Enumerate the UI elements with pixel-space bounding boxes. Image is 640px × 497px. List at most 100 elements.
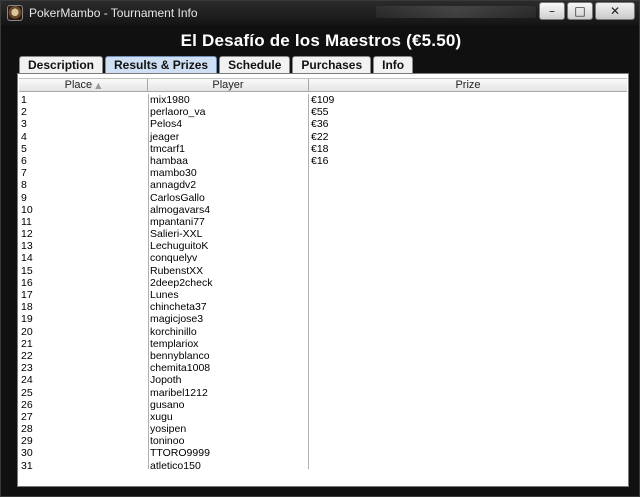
prize-cell <box>309 399 627 411</box>
player-cell: Lunes <box>150 289 179 301</box>
place-cell: 27 <box>21 410 33 423</box>
player-cell: xugu <box>150 410 173 423</box>
prize-cell <box>309 411 627 423</box>
place-cell: 21 <box>21 337 33 350</box>
prize-cell <box>309 228 627 240</box>
player-cell: Pelos4 <box>150 118 183 131</box>
tab-purchases[interactable]: Purchases <box>292 56 372 73</box>
place-cell: 5 <box>21 142 27 155</box>
place-cell: 3 <box>21 118 27 131</box>
table-row[interactable]: 14 conquelyv <box>19 252 627 264</box>
prize-cell <box>309 387 627 399</box>
table-row[interactable]: 6 hambaa €16 <box>19 155 627 167</box>
window-controls: – □ ✕ <box>539 2 635 20</box>
tab-bar: Description Results & Prizes Schedule Pu… <box>19 56 414 73</box>
player-cell: CarlosGallo <box>150 191 205 204</box>
player-cell: perlaoro_va <box>150 106 206 119</box>
place-cell: 15 <box>21 264 33 277</box>
window-title: PokerMambo - Tournament Info <box>29 6 198 20</box>
table-row[interactable]: 2 perlaoro_va €55 <box>19 106 627 118</box>
table-row[interactable]: 1 mix1980 €109 <box>19 94 627 106</box>
table-row[interactable]: 7 mambo30 <box>19 167 627 179</box>
prize-cell <box>309 204 627 216</box>
title-bar[interactable]: PokerMambo - Tournament Info – □ ✕ <box>1 1 639 25</box>
results-table-body: 1 mix1980 €109 2 perlaoro_va €55 3 Pelos4 €36 4 je… <box>19 94 627 472</box>
prize-cell <box>309 362 627 374</box>
prize-cell <box>309 167 627 179</box>
player-cell: magicjose3 <box>150 313 204 326</box>
place-cell: 8 <box>21 179 27 192</box>
maximize-button[interactable]: □ <box>567 2 593 20</box>
table-row[interactable]: 30 TTORO9999 <box>19 447 627 459</box>
prize-cell <box>309 326 627 338</box>
table-row[interactable]: 23 chemita1008 <box>19 362 627 374</box>
table-row[interactable]: 11 mpantani77 <box>19 216 627 228</box>
player-cell: 2deep2check <box>150 276 213 289</box>
prize-cell <box>309 240 627 252</box>
place-cell: 20 <box>21 325 33 338</box>
table-row[interactable]: 20 korchinillo <box>19 326 627 338</box>
place-cell: 2 <box>21 106 27 119</box>
place-cell: 7 <box>21 167 27 180</box>
table-row[interactable]: 13 LechuguitoK <box>19 240 627 252</box>
tab-schedule[interactable]: Schedule <box>219 56 291 73</box>
prize-cell <box>309 192 627 204</box>
table-row[interactable]: 15 RubenstXX <box>19 265 627 277</box>
table-row[interactable]: 3 Pelos4 €36 <box>19 118 627 130</box>
table-row[interactable]: 22 bennyblanco <box>19 350 627 362</box>
sort-ascending-icon: ▲ <box>95 81 102 90</box>
prize-cell: €18 <box>311 142 329 155</box>
prize-cell <box>309 350 627 362</box>
player-cell: mix1980 <box>150 94 190 106</box>
player-cell: templariox <box>150 337 199 350</box>
table-row[interactable]: 8 annagdv2 <box>19 179 627 191</box>
prize-cell <box>309 460 627 472</box>
player-cell: chemita1008 <box>150 362 211 375</box>
close-button[interactable]: ✕ <box>595 2 635 20</box>
table-row[interactable]: 25 maribel1212 <box>19 387 627 399</box>
column-header-player[interactable]: Player <box>148 79 309 91</box>
table-row[interactable]: 18 chincheta37 <box>19 301 627 313</box>
place-cell: 14 <box>21 252 33 265</box>
table-row[interactable]: 4 jeager €22 <box>19 131 627 143</box>
player-cell: maribel1212 <box>150 386 208 399</box>
table-row[interactable]: 9 CarlosGallo <box>19 192 627 204</box>
column-header-place-label: Place <box>64 79 93 91</box>
table-row[interactable]: 29 toninoo <box>19 435 627 447</box>
table-row[interactable]: 21 templariox <box>19 338 627 350</box>
player-cell: mpantani77 <box>150 215 205 228</box>
table-row[interactable]: 24 Jopoth <box>19 374 627 386</box>
player-cell: LechuguitoK <box>150 240 209 253</box>
prize-cell <box>309 216 627 228</box>
table-row[interactable]: 17 Lunes <box>19 289 627 301</box>
player-cell: mambo30 <box>150 167 197 180</box>
prize-cell <box>309 289 627 301</box>
place-cell: 31 <box>21 459 33 472</box>
minimize-button[interactable]: – <box>539 2 565 20</box>
table-row[interactable]: 5 tmcarf1 €18 <box>19 143 627 155</box>
place-cell: 11 <box>21 215 32 228</box>
table-row[interactable]: 19 magicjose3 <box>19 313 627 325</box>
prize-cell <box>309 338 627 350</box>
prize-cell: €36 <box>311 118 329 131</box>
column-header-prize[interactable]: Prize <box>309 79 627 91</box>
table-row[interactable]: 10 almogavars4 <box>19 204 627 216</box>
prize-cell: €55 <box>311 106 329 119</box>
pokermambo-app-icon <box>7 5 23 21</box>
tab-description[interactable]: Description <box>19 56 104 73</box>
table-row[interactable]: 28 yosipen <box>19 423 627 435</box>
table-row[interactable]: 27 xugu <box>19 411 627 423</box>
tab-info[interactable]: Info <box>373 56 414 73</box>
tab-results-prizes[interactable]: Results & Prizes <box>105 56 218 73</box>
prize-cell <box>309 435 627 447</box>
table-row[interactable]: 31 atletico150 <box>19 460 627 472</box>
table-header: Place ▲ Player Prize <box>19 78 627 92</box>
table-row[interactable]: 26 gusano <box>19 399 627 411</box>
place-cell: 16 <box>21 276 33 289</box>
player-cell: gusano <box>150 398 185 411</box>
table-row[interactable]: 16 2deep2check <box>19 277 627 289</box>
prize-cell <box>309 277 627 289</box>
table-row[interactable]: 12 Salieri-XXL <box>19 228 627 240</box>
place-cell: 12 <box>21 228 33 241</box>
column-header-place[interactable]: Place ▲ <box>19 79 148 91</box>
